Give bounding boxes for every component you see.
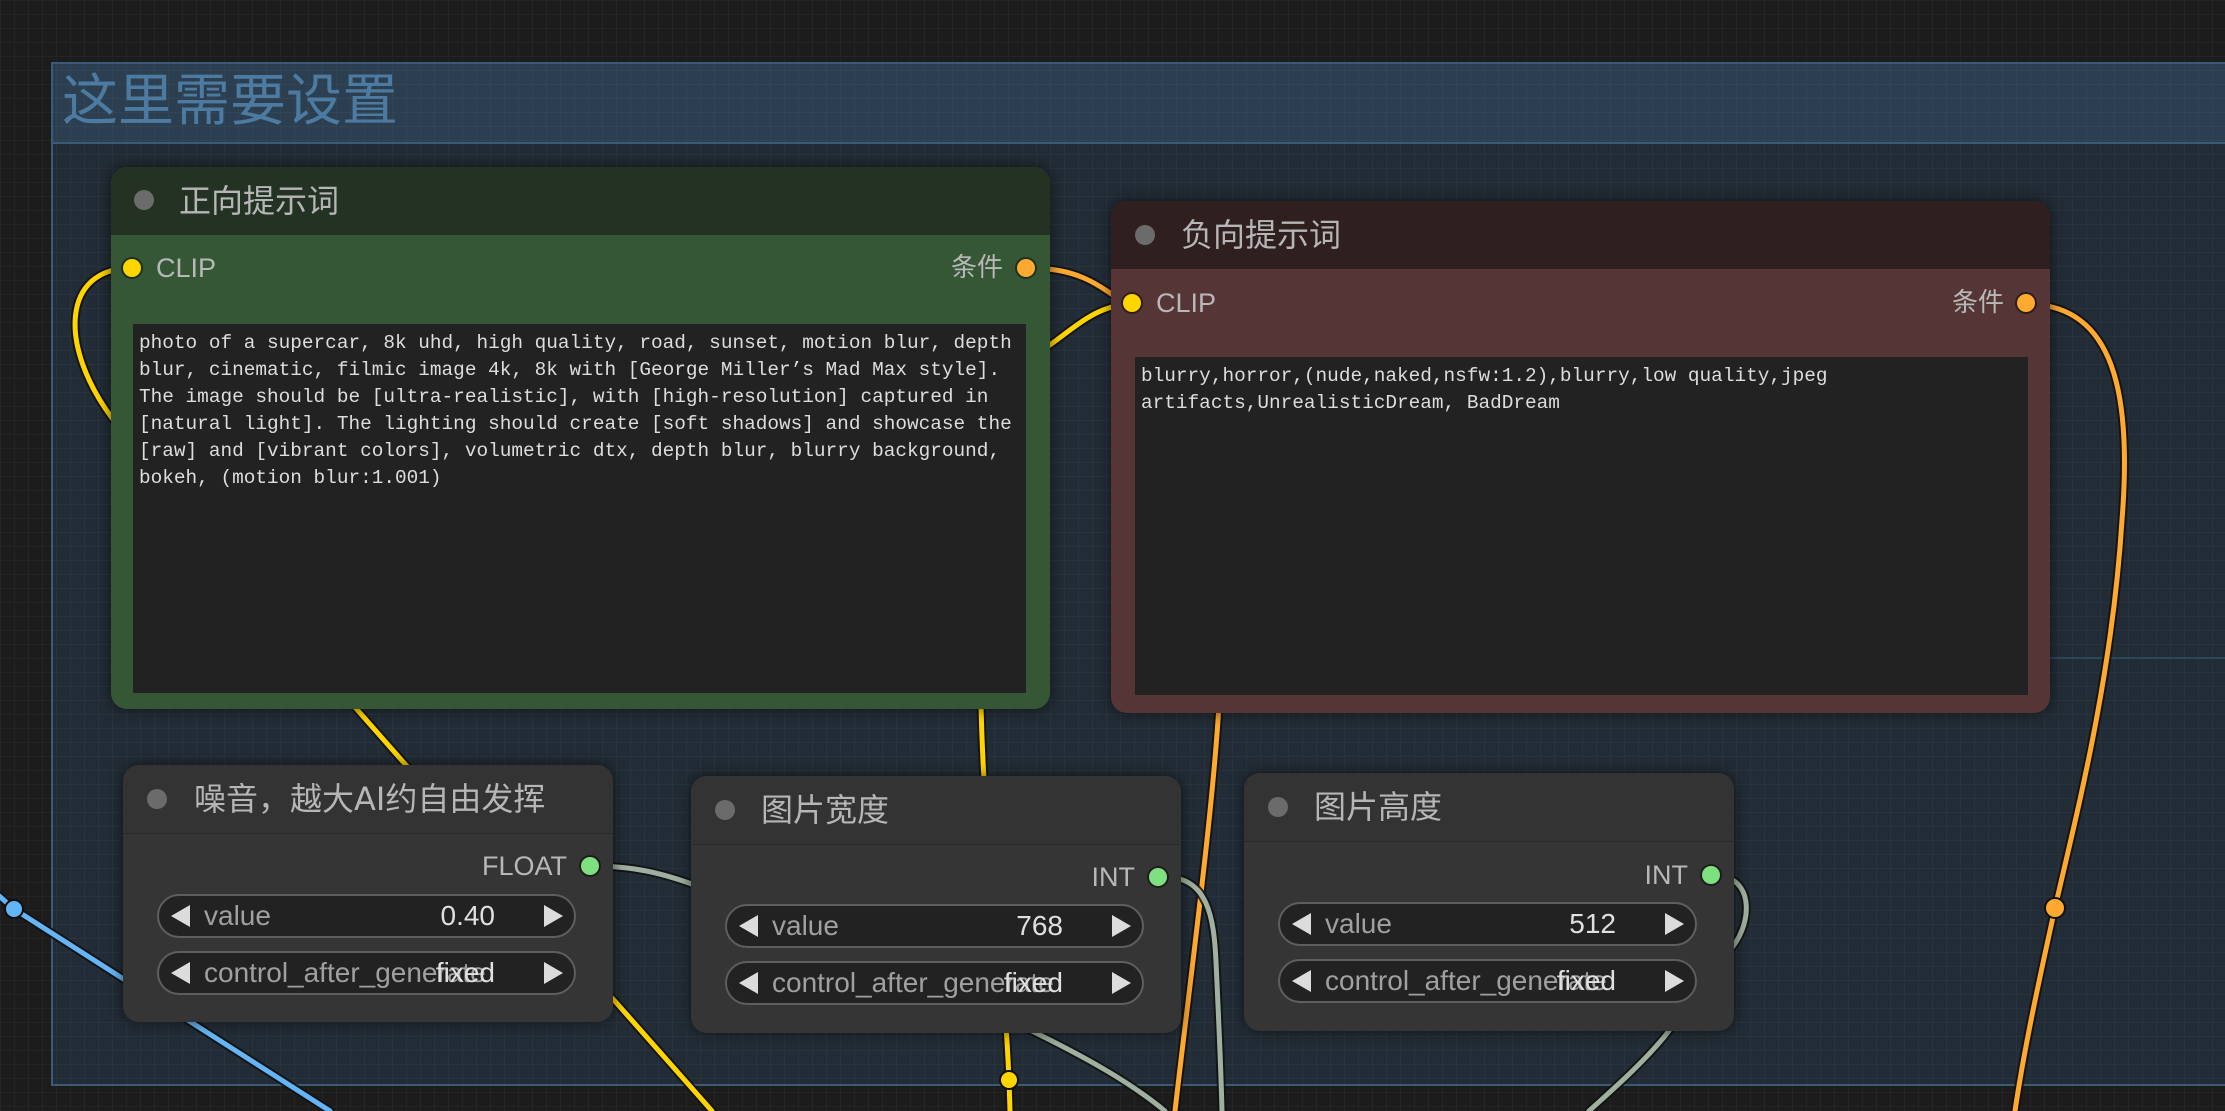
graph-canvas[interactable]: 这里需要设置 正向提示词 CLIP 条件 photo of a supercar… bbox=[0, 0, 2225, 1111]
positive-prompt-textarea[interactable]: photo of a supercar, 8k uhd, high qualit… bbox=[133, 324, 1026, 693]
float-output-label: FLOAT bbox=[481, 851, 567, 881]
value-widget[interactable]: value 512 bbox=[1278, 902, 1697, 946]
widget-value: fixed bbox=[435, 957, 495, 988]
float-output-dot-icon[interactable] bbox=[581, 857, 599, 875]
negative-prompt-node[interactable]: 负向提示词 CLIP 条件 blurry,horror,(nude,naked,… bbox=[1111, 201, 2050, 713]
widget-value: 512 bbox=[1569, 908, 1616, 939]
conditioning-output-label: 条件 bbox=[1951, 288, 2004, 318]
group-title: 这里需要设置 bbox=[62, 69, 398, 134]
clip-input-label: CLIP bbox=[1156, 288, 1217, 318]
previous-option-arrow-icon[interactable] bbox=[171, 962, 190, 984]
widget-label: value bbox=[204, 900, 271, 931]
value-widget[interactable]: value 0.40 bbox=[157, 894, 576, 938]
node-title: 图片高度 bbox=[1314, 788, 1443, 826]
group-header[interactable]: 这里需要设置 bbox=[53, 64, 2225, 144]
collapse-dot-icon[interactable] bbox=[1268, 797, 1288, 817]
int-output-dot-icon[interactable] bbox=[1149, 868, 1167, 886]
int-output-label: INT bbox=[1644, 860, 1689, 890]
control-after-generate-widget[interactable]: control_after_generate fixed bbox=[157, 951, 576, 995]
next-option-arrow-icon[interactable] bbox=[1112, 972, 1131, 994]
widget-value: fixed bbox=[1003, 967, 1063, 998]
conditioning-output-dot-icon[interactable] bbox=[1017, 259, 1035, 277]
node-title: 正向提示词 bbox=[179, 182, 340, 220]
control-after-generate-widget[interactable]: control_after_generate fixed bbox=[725, 961, 1144, 1005]
positive-prompt-node[interactable]: 正向提示词 CLIP 条件 photo of a supercar, 8k uh… bbox=[111, 167, 1050, 709]
widget-value: fixed bbox=[1556, 965, 1616, 996]
negative-prompt-textarea[interactable]: blurry,horror,(nude,naked,nsfw:1.2),blur… bbox=[1135, 357, 2028, 695]
clip-input-dot-icon[interactable] bbox=[123, 259, 141, 277]
node-title-bar[interactable]: 正向提示词 bbox=[111, 167, 1050, 235]
node-title: 负向提示词 bbox=[1181, 216, 1342, 254]
conditioning-output-dot-icon[interactable] bbox=[2017, 294, 2035, 312]
int-output-dot-icon[interactable] bbox=[1702, 866, 1720, 884]
next-option-arrow-icon[interactable] bbox=[544, 962, 563, 984]
widget-value: 768 bbox=[1016, 910, 1063, 941]
conditioning-output-label: 条件 bbox=[950, 253, 1003, 283]
clip-input-dot-icon[interactable] bbox=[1123, 294, 1141, 312]
increment-arrow-icon[interactable] bbox=[1665, 913, 1684, 935]
widget-value: 0.40 bbox=[440, 900, 496, 931]
collapse-dot-icon[interactable] bbox=[134, 190, 154, 210]
previous-option-arrow-icon[interactable] bbox=[739, 972, 758, 994]
node-title: 噪音，越大AI约自由发挥 bbox=[194, 780, 546, 818]
increment-arrow-icon[interactable] bbox=[544, 905, 563, 927]
previous-option-arrow-icon[interactable] bbox=[1292, 970, 1311, 992]
image-width-node[interactable]: 图片宽度 INT value 768 control_after_generat… bbox=[691, 776, 1181, 1033]
link-center-marker[interactable] bbox=[4, 899, 24, 919]
node-title-bar[interactable]: 负向提示词 bbox=[1111, 201, 2050, 269]
collapse-dot-icon[interactable] bbox=[715, 800, 735, 820]
clip-input-label: CLIP bbox=[156, 253, 217, 283]
widget-label: value bbox=[772, 910, 839, 941]
group-guide-line bbox=[2050, 657, 2225, 659]
collapse-dot-icon[interactable] bbox=[147, 789, 167, 809]
int-output-label: INT bbox=[1091, 862, 1136, 892]
increment-arrow-icon[interactable] bbox=[1112, 915, 1131, 937]
collapse-dot-icon[interactable] bbox=[1135, 225, 1155, 245]
value-widget[interactable]: value 768 bbox=[725, 904, 1144, 948]
control-after-generate-widget[interactable]: control_after_generate fixed bbox=[1278, 959, 1697, 1003]
node-title-bar[interactable]: 图片高度 bbox=[1244, 773, 1734, 842]
node-title-bar[interactable]: 噪音，越大AI约自由发挥 bbox=[123, 765, 613, 834]
widget-label: value bbox=[1325, 908, 1392, 939]
decrement-arrow-icon[interactable] bbox=[1292, 913, 1311, 935]
node-title: 图片宽度 bbox=[761, 791, 890, 829]
next-option-arrow-icon[interactable] bbox=[1665, 970, 1684, 992]
image-height-node[interactable]: 图片高度 INT value 512 control_after_generat… bbox=[1244, 773, 1734, 1031]
decrement-arrow-icon[interactable] bbox=[171, 905, 190, 927]
decrement-arrow-icon[interactable] bbox=[739, 915, 758, 937]
noise-node[interactable]: 噪音，越大AI约自由发挥 FLOAT value 0.40 control_af… bbox=[123, 765, 613, 1022]
node-title-bar[interactable]: 图片宽度 bbox=[691, 776, 1181, 845]
